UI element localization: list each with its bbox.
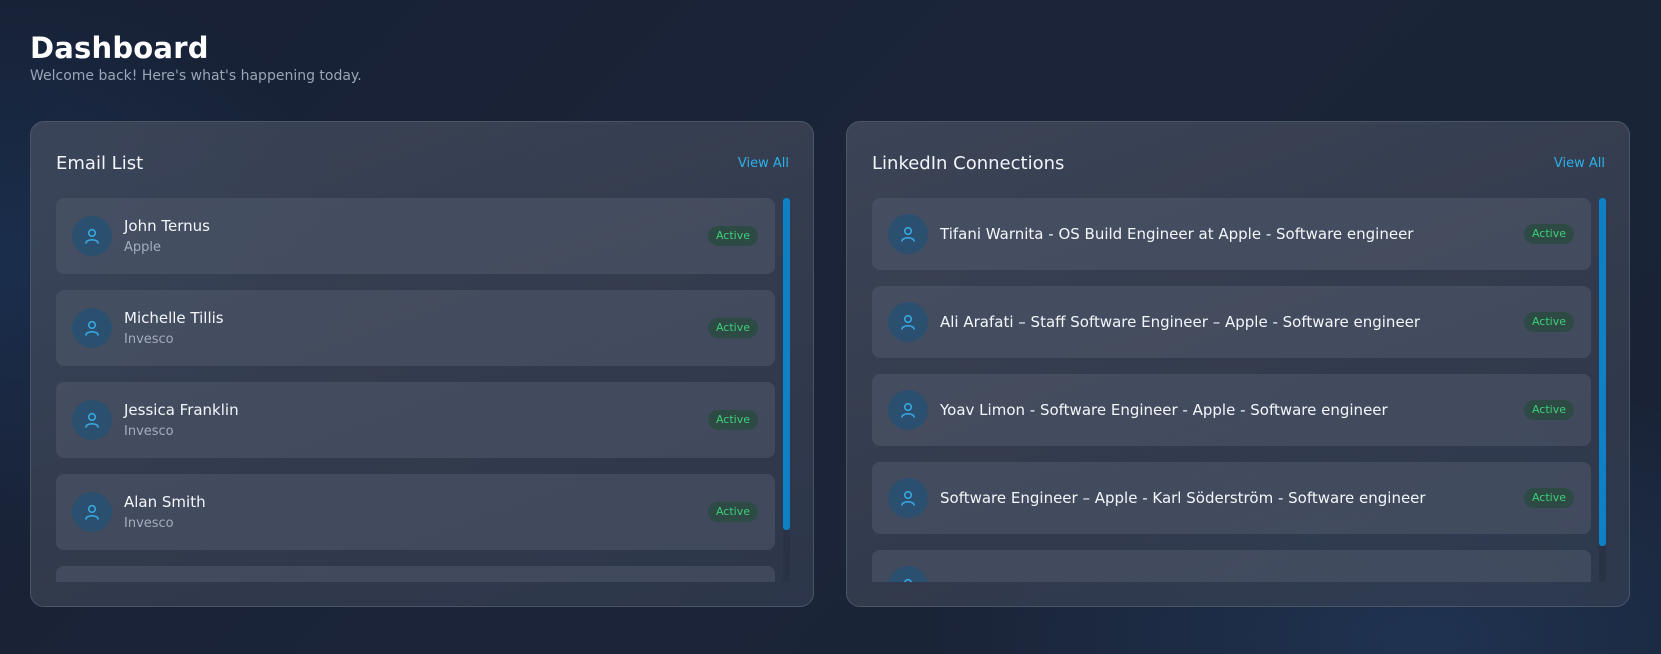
user-icon [72,216,112,256]
status-badge: Active [1523,224,1574,244]
linkedin-title: LinkedIn Connections [872,152,1065,174]
status-badge: Active [707,410,758,430]
contact-name: John Ternus [124,216,210,235]
connection-text: Tifani Warnita - OS Build Engineer at Ap… [940,225,1414,243]
user-icon [72,308,112,348]
user-icon [888,390,928,430]
email-list: John Ternus Apple Active Michelle Tillis… [56,198,775,582]
status-badge: Active [1523,400,1574,420]
linkedin-list-scrollbar[interactable] [1599,198,1606,582]
contact-company: Invesco [124,331,174,347]
linkedin-list-item-partial[interactable] [872,550,1591,582]
email-list-item[interactable]: Alan Smith Invesco Active [56,474,775,550]
contact-name: Jessica Franklin [124,400,239,419]
linkedin-list-item[interactable]: Ali Arafati – Staff Software Engineer – … [872,286,1591,358]
email-list-scroll-area[interactable]: John Ternus Apple Active Michelle Tillis… [56,198,790,582]
linkedin-list-item[interactable]: Software Engineer – Apple - Karl Söderst… [872,462,1591,534]
linkedin-list-scroll-thumb[interactable] [1599,198,1606,546]
email-list-item[interactable]: John Ternus Apple Active [56,198,775,274]
status-badge: Active [707,226,758,246]
linkedin-list-scroll-area[interactable]: Tifani Warnita - OS Build Engineer at Ap… [872,198,1606,582]
contact-name: Michelle Tillis [124,308,224,327]
user-icon [888,566,928,582]
linkedin-header: LinkedIn Connections View All [872,150,1605,176]
email-list-item[interactable]: Jessica Franklin Invesco Active [56,382,775,458]
linkedin-list: Tifani Warnita - OS Build Engineer at Ap… [872,198,1591,582]
user-icon [72,400,112,440]
user-icon [888,214,928,254]
email-list-item-partial[interactable] [56,566,775,582]
email-list-panel: Email List View All John Ternus Apple Ac… [30,121,814,607]
linkedin-list-item[interactable]: Tifani Warnita - OS Build Engineer at Ap… [872,198,1591,270]
email-view-all-link[interactable]: View All [738,156,789,171]
email-list-item[interactable]: Michelle Tillis Invesco Active [56,290,775,366]
linkedin-view-all-link[interactable]: View All [1554,156,1605,171]
contact-company: Apple [124,239,162,255]
email-list-scroll-thumb[interactable] [783,198,790,530]
linkedin-list-item[interactable]: Yoav Limon - Software Engineer - Apple -… [872,374,1591,446]
email-list-header: Email List View All [56,150,789,176]
user-icon [888,302,928,342]
connection-text: Ali Arafati – Staff Software Engineer – … [940,313,1421,331]
page-header: Dashboard Welcome back! Here's what's ha… [30,30,362,86]
connection-text: Yoav Limon - Software Engineer - Apple -… [940,401,1388,419]
contact-company: Invesco [124,515,174,531]
status-badge: Active [1523,312,1574,332]
status-badge: Active [707,318,758,338]
email-list-scrollbar[interactable] [783,198,790,582]
page-subtitle: Welcome back! Here's what's happening to… [30,68,362,84]
user-icon [72,492,112,532]
status-badge: Active [707,502,758,522]
connection-text: Software Engineer – Apple - Karl Söderst… [940,489,1426,507]
user-icon [888,478,928,518]
email-list-title: Email List [56,152,144,174]
linkedin-connections-panel: LinkedIn Connections View All Tifani War… [846,121,1630,607]
page-title: Dashboard [30,31,209,65]
contact-name: Alan Smith [124,492,206,511]
contact-company: Invesco [124,423,174,439]
status-badge: Active [1523,488,1574,508]
